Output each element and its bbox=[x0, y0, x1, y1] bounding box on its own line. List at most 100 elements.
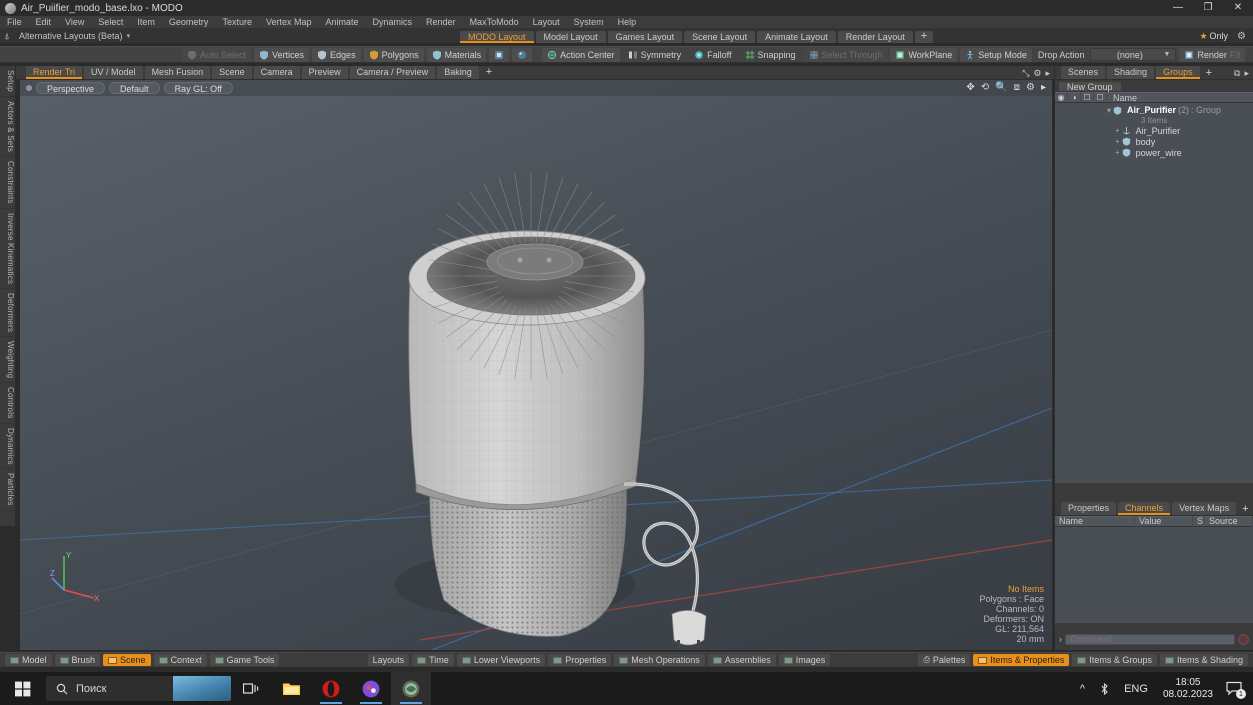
select-column-icon[interactable]: ☐ bbox=[1094, 92, 1107, 103]
snapping-button[interactable]: Snapping bbox=[740, 48, 801, 62]
sidebar-item-deformers[interactable]: Deformers bbox=[0, 288, 15, 337]
drop-action-select[interactable]: (none) ▼ bbox=[1090, 48, 1177, 61]
selection-mode-b-button[interactable] bbox=[512, 47, 533, 62]
statusbar-time[interactable]: Time bbox=[412, 654, 454, 666]
tab-scene-layout[interactable]: Scene Layout bbox=[684, 31, 756, 43]
menu-item-maxtomodo[interactable]: MaxToModo bbox=[463, 16, 526, 29]
statusbar-lower-viewports[interactable]: Lower Viewports bbox=[456, 654, 546, 666]
tab-model-layout[interactable]: Model Layout bbox=[535, 31, 606, 43]
expand-icon[interactable]: ⤡ bbox=[1022, 68, 1029, 79]
select-through-button[interactable]: Select Through bbox=[803, 47, 888, 62]
command-input[interactable] bbox=[1065, 633, 1235, 645]
tab-render-tri[interactable]: Render Tri bbox=[26, 66, 83, 79]
auto-select-button[interactable]: Auto Select bbox=[182, 47, 252, 62]
statusbar-scene[interactable]: Scene bbox=[103, 654, 151, 666]
taskbar-file-explorer[interactable] bbox=[271, 672, 311, 705]
tab-render-layout[interactable]: Render Layout bbox=[837, 31, 913, 43]
sidebar-item-actors-sets[interactable]: Actors & Sets bbox=[0, 96, 15, 157]
lock-column-icon[interactable]: ☐ bbox=[1081, 92, 1094, 103]
table-row[interactable]: + Air_Purifier bbox=[1055, 125, 1253, 136]
taskbar-opera[interactable] bbox=[311, 672, 351, 705]
sidebar-item-setup[interactable]: Setup bbox=[0, 66, 15, 97]
tab-camera-preview[interactable]: Camera / Preview bbox=[349, 66, 436, 79]
tray-expand-chevron-icon[interactable]: ^ bbox=[1073, 672, 1092, 705]
statusbar-context[interactable]: Context bbox=[153, 654, 207, 666]
render-button[interactable]: Render F9 bbox=[1179, 47, 1246, 62]
tab-games-layout[interactable]: Games Layout bbox=[607, 31, 683, 43]
visibility-toggle[interactable] bbox=[1055, 136, 1068, 147]
menu-item-vertex-map[interactable]: Vertex Map bbox=[259, 16, 319, 29]
layout-home-icon[interactable]: ⍋ bbox=[0, 31, 14, 42]
visibility-toggle[interactable] bbox=[1055, 105, 1068, 116]
statusbar-palettes[interactable]: ⎙ Palettes bbox=[918, 654, 971, 666]
statusbar-game-tools[interactable]: Game Tools bbox=[209, 654, 280, 666]
select-toggle[interactable] bbox=[1094, 105, 1107, 116]
lock-toggle[interactable] bbox=[1081, 136, 1094, 147]
axis-gizmo[interactable]: Y X Z bbox=[50, 546, 106, 602]
tab-groups[interactable]: Groups bbox=[1156, 66, 1200, 79]
language-indicator[interactable]: ENG bbox=[1117, 672, 1155, 705]
statusbar-assemblies[interactable]: Assemblies bbox=[707, 654, 776, 666]
expand-arrow-icon[interactable]: + bbox=[1107, 126, 1122, 135]
statusbar-items-shading[interactable]: Items & Shading bbox=[1159, 654, 1248, 666]
materials-button[interactable]: Materials bbox=[426, 47, 487, 62]
visibility-toggle[interactable] bbox=[1055, 147, 1068, 158]
statusbar-layouts[interactable]: Layouts bbox=[367, 654, 410, 666]
menu-item-geometry[interactable]: Geometry bbox=[162, 16, 216, 29]
menu-item-help[interactable]: Help bbox=[611, 16, 644, 29]
lock-toggle[interactable] bbox=[1081, 105, 1094, 116]
sidebar-item-weighting[interactable]: Weighting bbox=[0, 336, 15, 384]
sidebar-item-constraints[interactable]: Constraints bbox=[0, 156, 15, 209]
expand-arrow-icon[interactable]: + bbox=[1107, 148, 1122, 157]
tab-scenes[interactable]: Scenes bbox=[1061, 66, 1106, 79]
close-button[interactable]: ✕ bbox=[1223, 0, 1253, 16]
menu-item-edit[interactable]: Edit bbox=[29, 16, 59, 29]
select-toggle[interactable] bbox=[1094, 136, 1107, 147]
menu-item-animate[interactable]: Animate bbox=[318, 16, 365, 29]
star-icon[interactable]: ★ bbox=[1199, 31, 1207, 42]
render-toggle[interactable] bbox=[1068, 105, 1081, 116]
add-layout-tab-button[interactable]: + bbox=[914, 31, 934, 43]
tab-baking[interactable]: Baking bbox=[437, 66, 479, 79]
statusbar-items-properties[interactable]: Items & Properties bbox=[973, 654, 1070, 666]
menu-item-texture[interactable]: Texture bbox=[215, 16, 259, 29]
workplane-button[interactable]: WorkPlane bbox=[890, 47, 958, 62]
sidebar-item-controls[interactable]: Controls bbox=[0, 383, 15, 424]
statusbar-properties[interactable]: Properties bbox=[548, 654, 612, 666]
statusbar-mesh-operations[interactable]: Mesh Operations bbox=[614, 654, 705, 666]
table-row[interactable]: + power_wire bbox=[1055, 147, 1253, 158]
channels-table-body[interactable] bbox=[1055, 527, 1253, 623]
tab-modo-layout[interactable]: MODO Layout bbox=[460, 31, 534, 43]
tab-animate-layout[interactable]: Animate Layout bbox=[757, 31, 836, 43]
expand-icon[interactable]: ⧉ bbox=[1234, 68, 1240, 79]
lock-toggle[interactable] bbox=[1081, 125, 1094, 136]
tab-uv-model[interactable]: UV / Model bbox=[84, 66, 143, 79]
render-toggle[interactable] bbox=[1068, 125, 1081, 136]
search-input[interactable]: Поиск bbox=[46, 676, 231, 701]
add-viewport-tab-button[interactable]: + bbox=[481, 66, 497, 79]
visibility-toggle[interactable] bbox=[1055, 125, 1068, 136]
setup-mode-button[interactable]: Setup Mode bbox=[960, 47, 1032, 62]
expand-arrow-icon[interactable]: + bbox=[1107, 137, 1122, 146]
statusbar-brush[interactable]: Brush bbox=[54, 654, 101, 666]
tab-vertex-maps[interactable]: Vertex Maps bbox=[1172, 502, 1237, 515]
menu-item-item[interactable]: Item bbox=[130, 16, 162, 29]
tab-preview[interactable]: Preview bbox=[301, 66, 348, 79]
table-row[interactable]: + body bbox=[1055, 136, 1253, 147]
clock[interactable]: 18:05 08.02.2023 bbox=[1155, 677, 1221, 701]
lock-toggle[interactable] bbox=[1081, 147, 1094, 158]
only-label[interactable]: Only bbox=[1210, 31, 1233, 41]
table-row[interactable]: ▾ Air_Purifier (2) : Group bbox=[1055, 104, 1253, 116]
menu-item-system[interactable]: System bbox=[567, 16, 611, 29]
select-toggle[interactable] bbox=[1094, 147, 1107, 158]
symmetry-button[interactable]: Symmetry bbox=[623, 48, 687, 62]
chevron-down-icon[interactable]: ▾ bbox=[123, 32, 131, 40]
sidebar-item-dynamics[interactable]: Dynamics bbox=[0, 423, 15, 470]
vertices-button[interactable]: Vertices bbox=[254, 47, 310, 62]
tab-scene[interactable]: Scene bbox=[212, 66, 252, 79]
menu-item-select[interactable]: Select bbox=[91, 16, 130, 29]
maximize-button[interactable]: ❐ bbox=[1193, 0, 1223, 16]
3d-viewport[interactable]: Perspective Default Ray GL: Off ✥ ⟲ 🔍 ⧈ … bbox=[20, 80, 1052, 650]
start-button[interactable] bbox=[0, 672, 46, 705]
more-icon[interactable]: ▸ bbox=[1244, 68, 1249, 79]
